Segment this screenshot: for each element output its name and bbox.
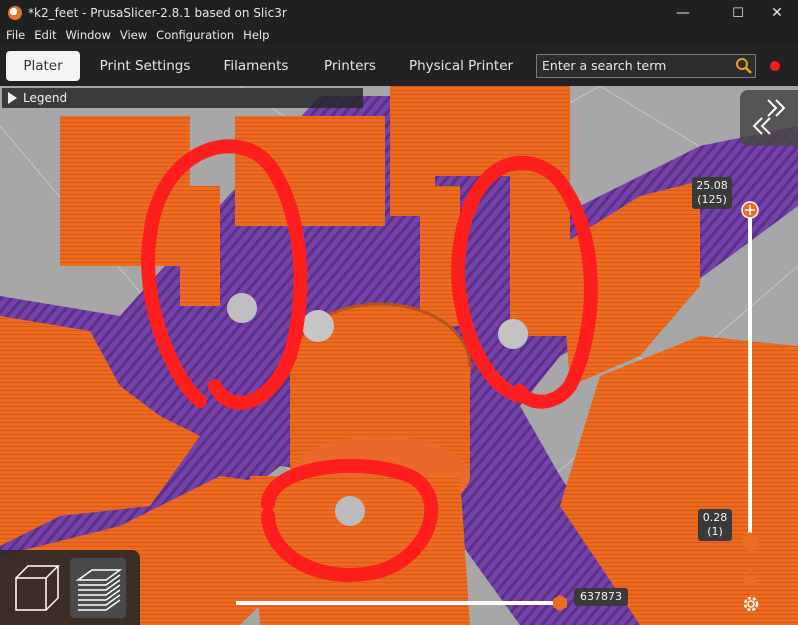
- tab-bar: Plater Print Settings Filaments Printers…: [0, 44, 798, 86]
- bottom-height-value: 0.28: [702, 511, 728, 524]
- close-button[interactable]: ✕: [754, 0, 798, 26]
- legend-label: Legend: [23, 91, 68, 105]
- expand-triangle-icon: [8, 92, 17, 104]
- tab-print-settings[interactable]: Print Settings: [96, 51, 194, 81]
- top-height-value: 25.08: [696, 179, 728, 192]
- menu-edit[interactable]: Edit: [34, 28, 56, 42]
- menu-window[interactable]: Window: [66, 28, 111, 42]
- sliced-model-preview: [0, 86, 798, 625]
- record-indicator-icon: [770, 61, 780, 71]
- title-bar: *k2_feet - PrusaSlicer-2.8.1 based on Sl…: [0, 0, 798, 26]
- tab-printers[interactable]: Printers: [320, 51, 380, 81]
- menu-bar: File Edit Window View Configuration Help: [0, 26, 798, 44]
- settings-cog-icon[interactable]: [741, 594, 761, 614]
- 3d-view-icon: [15, 565, 60, 611]
- menu-configuration[interactable]: Configuration: [156, 28, 234, 42]
- legend-toggle[interactable]: Legend: [2, 88, 363, 108]
- move-slider-value: 637873: [574, 588, 628, 606]
- collapse-sidebar-button[interactable]: [740, 90, 798, 146]
- window-title: *k2_feet - PrusaSlicer-2.8.1 based on Sl…: [28, 6, 287, 20]
- layer-slider-bottom-label: 0.28 (1): [698, 509, 732, 541]
- move-slider[interactable]: [230, 592, 580, 614]
- lock-icon[interactable]: [742, 570, 758, 588]
- layer-slider[interactable]: [730, 186, 770, 566]
- search-input[interactable]: Enter a search term: [536, 54, 756, 78]
- layer-slider-top-label: 25.08 (125): [692, 177, 732, 209]
- bottom-layer-number: (1): [707, 525, 723, 538]
- preview-viewport[interactable]: Legend 25.08 (125) 0.28 (1) 637873: [0, 86, 798, 625]
- tab-physical-printer[interactable]: Physical Printer: [408, 51, 514, 81]
- tab-plater[interactable]: Plater: [6, 51, 80, 81]
- menu-file[interactable]: File: [6, 28, 25, 42]
- menu-help[interactable]: Help: [243, 28, 269, 42]
- top-layer-number: (125): [697, 193, 727, 206]
- view-toolbar: [0, 550, 140, 625]
- prusaslicer-logo-icon: [8, 6, 22, 20]
- search-icon[interactable]: [735, 57, 753, 75]
- preview-button[interactable]: [70, 558, 126, 618]
- tab-filaments[interactable]: Filaments: [220, 51, 292, 81]
- 3d-view-button[interactable]: [8, 558, 64, 618]
- menu-view[interactable]: View: [120, 28, 147, 42]
- minimize-button[interactable]: —: [660, 0, 706, 26]
- preview-layers-icon: [75, 569, 123, 611]
- collapse-sidebar-icon: [752, 99, 786, 135]
